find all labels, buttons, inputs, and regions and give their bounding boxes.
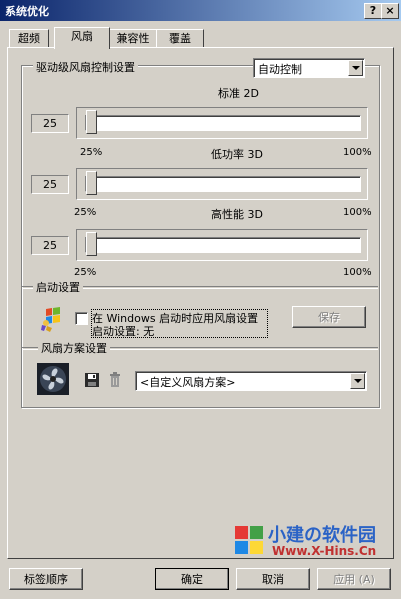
slider-standard-2d-max: 100% bbox=[343, 147, 372, 158]
tab-order-button[interactable]: 标签顺序 bbox=[9, 568, 83, 590]
slider-high-perf-3d-title: 高性能 3D bbox=[211, 208, 263, 221]
scheme-group-label: 风扇方案设置 bbox=[38, 340, 110, 356]
windows-startup-icon bbox=[41, 307, 60, 332]
slider-thumb[interactable] bbox=[86, 110, 97, 134]
slider-high-perf-3d-value: 25 bbox=[31, 236, 69, 255]
slider-standard-2d-value: 25 bbox=[31, 114, 69, 133]
slider-low-power-3d-max: 100% bbox=[343, 207, 372, 218]
fan-mode-value: 自动控制 bbox=[258, 63, 302, 76]
ok-button[interactable]: 确定 bbox=[155, 568, 229, 590]
apply-button[interactable]: 应用 (A) bbox=[317, 568, 391, 590]
slider-high-perf-3d-min: 25% bbox=[74, 267, 97, 278]
slider-thumb[interactable] bbox=[86, 232, 97, 256]
slider-low-power-3d[interactable] bbox=[76, 168, 368, 200]
close-button[interactable]: × bbox=[381, 3, 399, 19]
tab-compatibility[interactable]: 兼容性 bbox=[109, 29, 157, 48]
slider-track bbox=[85, 237, 361, 253]
slider-track bbox=[85, 176, 361, 192]
slider-thumb[interactable] bbox=[86, 171, 97, 195]
driver-fan-group-label: 驱动级风扇控制设置 bbox=[33, 59, 138, 75]
slider-standard-2d-min: 25% bbox=[80, 147, 103, 158]
help-button[interactable]: ? bbox=[364, 3, 382, 19]
chevron-down-icon[interactable] bbox=[350, 373, 365, 389]
fan-mode-select[interactable]: 自动控制 bbox=[253, 58, 365, 78]
startup-group-label: 启动设置 bbox=[33, 279, 83, 295]
save-scheme-icon[interactable] bbox=[84, 372, 100, 388]
window-title: 系统优化 bbox=[5, 5, 49, 18]
tab-overclock[interactable]: 超频 bbox=[9, 29, 49, 48]
slider-low-power-3d-value: 25 bbox=[31, 175, 69, 194]
fan-icon bbox=[37, 363, 69, 395]
slider-standard-2d-title: 标准 2D bbox=[218, 87, 259, 100]
fan-scheme-value: <自定义风扇方案> bbox=[140, 376, 236, 389]
chevron-down-icon[interactable] bbox=[348, 60, 363, 76]
tab-fan[interactable]: 风扇 bbox=[54, 27, 110, 49]
slider-standard-2d[interactable] bbox=[76, 107, 368, 139]
slider-low-power-3d-title: 低功率 3D bbox=[211, 148, 263, 161]
slider-high-perf-3d[interactable] bbox=[76, 229, 368, 261]
trash-icon[interactable] bbox=[107, 372, 123, 388]
watermark-url: Www.X-Hins.Cn bbox=[272, 544, 377, 558]
cancel-button[interactable]: 取消 bbox=[236, 568, 310, 590]
slider-low-power-3d-min: 25% bbox=[74, 207, 97, 218]
slider-high-perf-3d-max: 100% bbox=[343, 267, 372, 278]
slider-track bbox=[85, 115, 361, 131]
title-bar[interactable]: 系统优化 ? × bbox=[0, 0, 401, 21]
startup-status-text: 启动设置: 无 bbox=[92, 325, 155, 338]
startup-apply-checkbox[interactable] bbox=[75, 312, 88, 325]
save-button[interactable]: 保存 bbox=[292, 306, 366, 328]
watermark-logo-icon bbox=[235, 526, 263, 554]
fan-scheme-select[interactable]: <自定义风扇方案> bbox=[135, 371, 367, 391]
tab-overlay[interactable]: 覆盖 bbox=[156, 29, 204, 48]
